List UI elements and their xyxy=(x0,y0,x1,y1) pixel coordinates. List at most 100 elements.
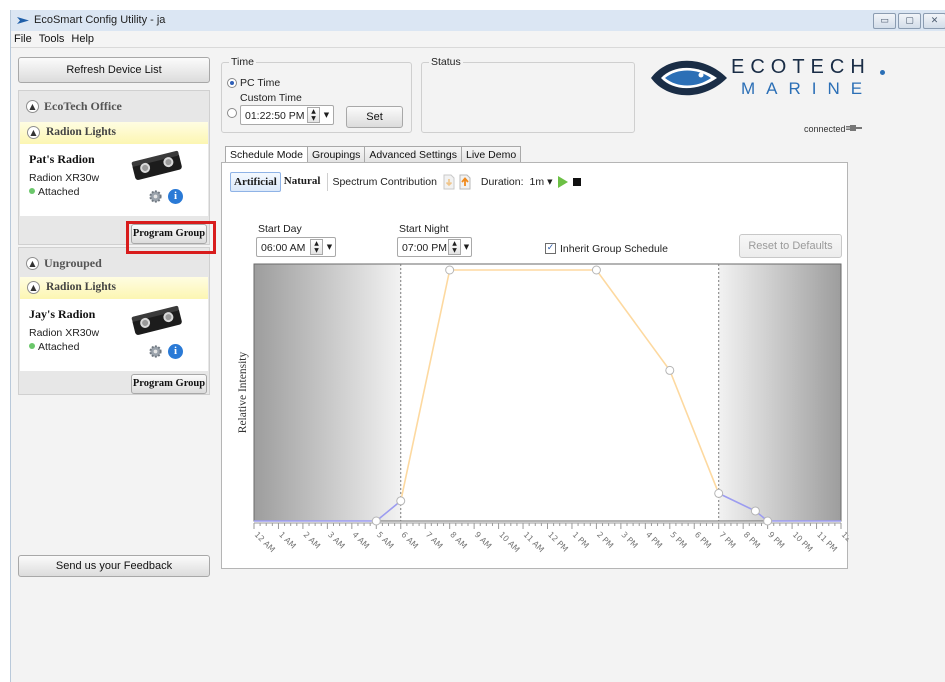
tab-schedule-mode[interactable]: Schedule Mode xyxy=(225,146,308,163)
control-point xyxy=(445,265,455,275)
menu-tools[interactable]: Tools xyxy=(36,31,69,47)
program-group-button[interactable]: Program Group xyxy=(131,374,207,394)
spectrum-contribution-link[interactable]: Spectrum Contribution xyxy=(332,176,436,188)
radion-light-image xyxy=(131,305,182,335)
import-icon[interactable] xyxy=(443,174,455,190)
menu-bar: File Tools Help xyxy=(11,31,945,48)
schedule-toolbar: Artificial Natural Spectrum Contribution… xyxy=(230,171,581,193)
tab-bar: Schedule Mode Groupings Advanced Setting… xyxy=(225,146,522,163)
fish-logo-icon xyxy=(651,60,727,96)
plug-icon xyxy=(846,125,862,131)
x-tick-label: 12 AM xyxy=(253,530,277,554)
schedule-panel: 12 AM 1 AM 2 AM 3 AM 4 AM 5 AM 6 AM 7 AM 8 AM 9 A… xyxy=(221,162,849,569)
device-model: Radion XR30w xyxy=(29,172,100,184)
x-tick-label: 6 AM xyxy=(399,530,420,551)
x-tick-label: 10 AM xyxy=(497,530,521,554)
custom-time-label: Custom Time xyxy=(240,92,302,104)
collapse-group-icon[interactable]: ▲ xyxy=(26,257,39,270)
device-card[interactable]: Jay's Radion Radion XR30w Attached i xyxy=(20,299,208,371)
menu-help[interactable]: Help xyxy=(68,31,98,47)
group-panel-ungrouped: ▲ Ungrouped ▲ Radion Lights Jay's Radion… xyxy=(18,247,210,395)
info-icon[interactable]: i xyxy=(168,189,183,204)
set-time-button[interactable]: Set xyxy=(346,106,403,128)
start-night-dropdown-icon[interactable]: ▼ xyxy=(462,239,471,255)
start-day-value: 06:00 AM xyxy=(261,242,306,254)
x-tick-label: 4 PM xyxy=(644,530,664,550)
gear-icon[interactable] xyxy=(148,344,163,359)
time-panel: Time PC Time Custom Time 01:22:50 PM ▲ ▼ … xyxy=(221,56,412,133)
maximize-button[interactable]: ▢ xyxy=(898,13,921,29)
duration-value[interactable]: 1m xyxy=(530,176,545,188)
control-point xyxy=(714,488,724,498)
control-point xyxy=(396,496,406,506)
x-tick-label: 12 PM xyxy=(546,530,570,554)
group-name: EcoTech Office xyxy=(44,99,122,113)
logo-text-ecotech: ECOTECH xyxy=(731,56,871,78)
custom-time-radio[interactable] xyxy=(227,108,237,118)
natural-mode-button[interactable]: Natural xyxy=(281,172,324,192)
time-spinner[interactable]: ▲ ▼ xyxy=(307,107,320,123)
duration-label: Duration: xyxy=(480,176,524,188)
control-point xyxy=(371,516,381,526)
x-tick-label: 4 AM xyxy=(350,530,371,551)
collapse-group-icon[interactable]: ▲ xyxy=(26,100,39,113)
device-name: Pat's Radion xyxy=(29,152,95,166)
x-tick-label: 6 PM xyxy=(693,530,713,550)
device-card[interactable]: Pat's Radion Radion XR30w Attached i xyxy=(20,144,208,216)
subgroup-name: Radion Lights xyxy=(46,126,116,138)
app-window: EcoSmart Config Utility - ja ▭ ▢ ✕ File … xyxy=(10,10,945,682)
reset-to-defaults-button[interactable]: Reset to Defaults xyxy=(739,234,842,258)
inherit-schedule-checkbox[interactable]: ✓ xyxy=(545,243,556,254)
send-feedback-button[interactable]: Send us your Feedback xyxy=(18,555,210,577)
menu-file[interactable]: File xyxy=(11,31,36,47)
tab-advanced-settings[interactable]: Advanced Settings xyxy=(364,146,462,162)
play-icon[interactable] xyxy=(557,176,568,188)
tab-groupings[interactable]: Groupings xyxy=(306,146,366,162)
control-point xyxy=(750,506,760,516)
connection-status: connected xyxy=(804,124,846,134)
night-shade-evening xyxy=(718,264,841,521)
x-tick-label: 7 AM xyxy=(424,530,445,551)
collapse-subgroup-icon[interactable]: ▲ xyxy=(27,281,40,294)
custom-time-field[interactable]: 01:22:50 PM ▲ ▼ ▼ xyxy=(240,105,334,125)
start-day-field[interactable]: 06:00 AM ▲ ▼ ▼ xyxy=(256,237,336,257)
logo-text-marine: MARINE xyxy=(741,79,874,98)
close-button[interactable]: ✕ xyxy=(923,13,945,29)
inherit-schedule-label: Inherit Group Schedule xyxy=(560,243,668,255)
start-night-spinner[interactable]: ▲ ▼ xyxy=(448,239,461,255)
status-panel-title: Status xyxy=(429,56,463,68)
time-dropdown-icon[interactable]: ▼ xyxy=(322,107,331,123)
pc-time-radio[interactable] xyxy=(227,78,237,88)
artificial-mode-button[interactable]: Artificial xyxy=(230,172,281,192)
x-tick-label: 2 AM xyxy=(302,530,323,551)
stop-icon[interactable] xyxy=(572,178,581,186)
x-tick-label: 1 PM xyxy=(571,530,591,550)
refresh-device-list-button[interactable]: Refresh Device List xyxy=(18,57,210,83)
duration-dropdown-icon[interactable]: ▼ xyxy=(547,178,552,186)
tab-live-demo[interactable]: Live Demo xyxy=(460,146,522,162)
x-tick-label: 3 AM xyxy=(326,530,347,551)
subgroup-header: ▲ Radion Lights xyxy=(20,277,208,299)
x-tick-label: 2 PM xyxy=(595,530,615,550)
subgroup-name: Radion Lights xyxy=(46,281,116,293)
control-point xyxy=(665,365,675,375)
group-name: Ungrouped xyxy=(44,256,102,270)
status-panel: Status xyxy=(421,56,635,133)
minimize-button[interactable]: ▭ xyxy=(873,13,896,29)
info-icon[interactable]: i xyxy=(168,344,183,359)
collapse-subgroup-icon[interactable]: ▲ xyxy=(27,126,40,139)
x-tick-label: 7 PM xyxy=(717,530,737,550)
control-point xyxy=(591,265,601,275)
start-day-dropdown-icon[interactable]: ▼ xyxy=(325,239,334,255)
window-title: EcoSmart Config Utility - ja xyxy=(34,14,166,26)
time-panel-title: Time xyxy=(229,56,256,68)
start-night-field[interactable]: 07:00 PM ▲ ▼ ▼ xyxy=(397,237,472,257)
logo-dot xyxy=(880,70,885,75)
start-day-label: Start Day xyxy=(258,223,302,235)
gear-icon[interactable] xyxy=(148,189,163,204)
start-day-spinner[interactable]: ▲ ▼ xyxy=(310,239,323,255)
x-tick-label: 1 AM xyxy=(277,530,298,551)
x-tick-label: 3 PM xyxy=(619,530,639,550)
pc-time-label: PC Time xyxy=(240,77,281,89)
export-icon[interactable] xyxy=(459,174,471,190)
